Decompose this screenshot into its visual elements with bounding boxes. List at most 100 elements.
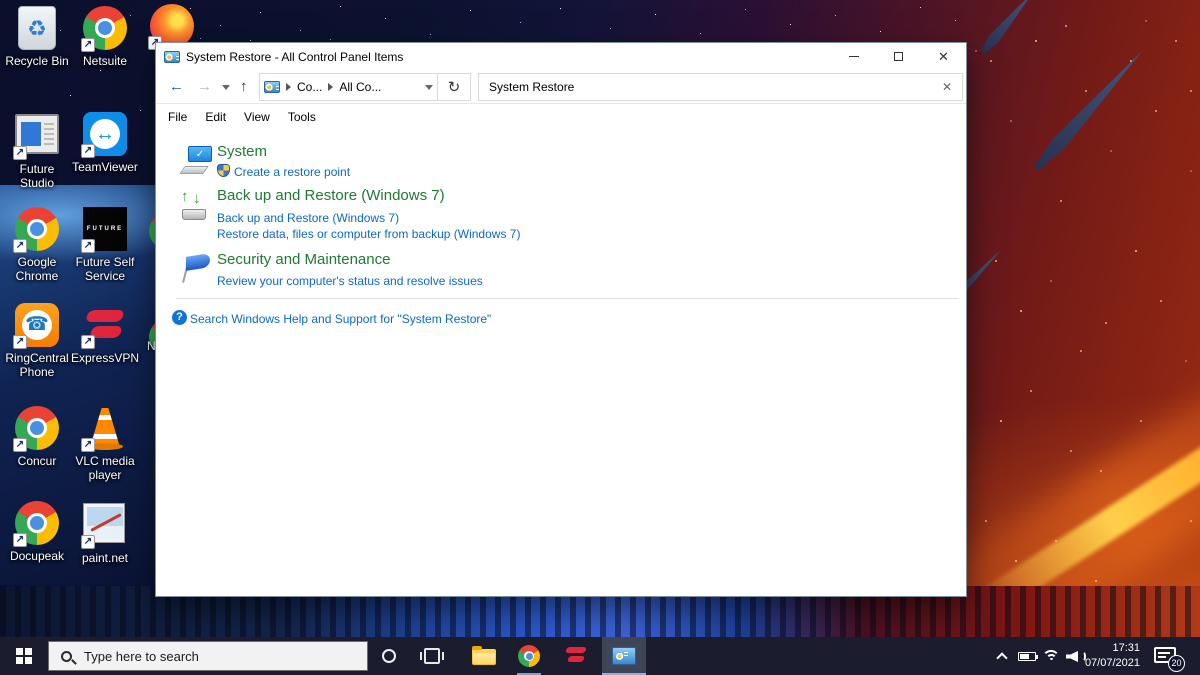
file-explorer-button[interactable] — [472, 646, 496, 665]
desktop-icon-recycle-bin[interactable]: ♻ Recycle Bin — [3, 6, 71, 68]
shortcut-arrow-icon: ↗ — [81, 438, 95, 452]
desktop-icon-label: paint.net — [81, 551, 129, 565]
breadcrumb-control-panel[interactable]: Co... — [297, 80, 322, 94]
desktop-icon-label: Docupeak — [9, 549, 65, 563]
desktop-icon-label: Concur — [17, 454, 57, 468]
shortcut-arrow-icon: ↗ — [13, 335, 27, 349]
desktop-icon-label: VLC media player — [75, 454, 135, 482]
notification-badge: 20 — [1168, 655, 1185, 672]
navigation-bar: ← → ↑ Co... All Co... ↻ System Restore ✕ — [156, 70, 966, 104]
desktop-icon-future-studio[interactable]: ↗ Future Studio — [3, 112, 71, 190]
backup-restore-icon: ↑ ↓ — [180, 188, 212, 223]
shortcut-arrow-icon: ↗ — [81, 335, 95, 349]
wallpaper-ship — [1023, 39, 1155, 181]
desktop-icon-future-self-service[interactable]: FUTURE ↗ Future Self Service — [71, 207, 139, 283]
system-icon: ✓ — [179, 145, 214, 177]
desktop-icon-docupeak[interactable]: ↗ Docupeak — [3, 501, 71, 563]
window-title: System Restore - All Control Panel Items — [186, 49, 404, 64]
desktop-icon-google-chrome[interactable]: ↗ Google Chrome — [3, 207, 71, 283]
close-button[interactable]: ✕ — [921, 43, 966, 70]
shortcut-arrow-icon: ↗ — [13, 438, 27, 452]
result-heading-backup[interactable]: Back up and Restore (Windows 7) — [217, 187, 445, 204]
desktop-icon-label: Google Chrome — [15, 255, 59, 283]
desktop-icon-label: Recycle Bin — [5, 54, 69, 68]
result-link-review-status[interactable]: Review your computer's status and resolv… — [217, 274, 483, 288]
tray-expand-chevron-icon[interactable] — [996, 652, 1008, 664]
windows-logo-icon — [16, 648, 32, 664]
cortana-button[interactable] — [382, 649, 396, 663]
search-placeholder: Type here to search — [84, 648, 199, 664]
address-bar[interactable]: Co... All Co... — [259, 73, 438, 101]
menu-view[interactable]: View — [235, 110, 279, 124]
address-dropdown-chevron-icon[interactable] — [425, 84, 433, 90]
desktop-icon-ringcentral-phone[interactable]: ☎ ↗ RingCentral Phone — [3, 303, 71, 379]
desktop-icon-vlc[interactable]: ↗ VLC media player — [71, 406, 139, 482]
task-view-button[interactable] — [420, 648, 444, 664]
clock-time: 17:31 — [1112, 642, 1140, 654]
clock-date: 07/07/2021 — [1084, 657, 1140, 669]
taskbar: Type here to search 17:31 07/07/2021 20 — [0, 637, 1200, 675]
control-panel-icon — [164, 50, 180, 63]
desktop-icon-label: ExpressVPN — [71, 351, 140, 365]
security-maintenance-flag-icon — [180, 253, 212, 285]
result-heading-security[interactable]: Security and Maintenance — [217, 251, 390, 268]
expressvpn-taskbar-button[interactable] — [564, 646, 588, 666]
separator — [176, 298, 959, 299]
shortcut-arrow-icon: ↗ — [13, 533, 27, 547]
battery-icon[interactable] — [1018, 652, 1038, 661]
desktop-icon-label: Netsuite — [82, 54, 128, 68]
clear-search-icon[interactable]: ✕ — [942, 80, 952, 94]
up-icon[interactable]: ↑ — [240, 77, 248, 97]
help-search-link[interactable]: Search Windows Help and Support for "Sys… — [190, 312, 491, 326]
recycle-bin-icon: ♻ — [18, 6, 56, 50]
start-button[interactable] — [0, 637, 48, 675]
desktop-icon-label: Future Self Service — [75, 255, 135, 283]
title-bar[interactable]: System Restore - All Control Panel Items… — [156, 43, 966, 70]
forward-icon[interactable]: → — [197, 77, 212, 97]
desktop-icon-expressvpn[interactable]: ↗ ExpressVPN — [71, 303, 139, 365]
desktop-icon-paintnet[interactable]: ↗ paint.net — [71, 501, 139, 565]
result-link-restore-data[interactable]: Restore data, files or computer from bac… — [217, 227, 520, 241]
result-link-create-restore-point[interactable]: Create a restore point — [234, 165, 350, 179]
desktop-icon-netsuite[interactable]: ↗ Netsuite — [71, 6, 139, 68]
taskbar-search-box[interactable]: Type here to search — [48, 641, 368, 671]
desktop-icon-concur[interactable]: ↗ Concur — [3, 406, 71, 468]
desktop-icon-label: TeamViewer — [72, 160, 138, 174]
result-link-backup[interactable]: Back up and Restore (Windows 7) — [217, 211, 399, 225]
shortcut-arrow-icon: ↗ — [81, 535, 95, 549]
uac-shield-icon — [217, 164, 230, 177]
chrome-taskbar-button[interactable] — [518, 645, 540, 667]
wifi-icon[interactable] — [1042, 650, 1060, 664]
window-search-box[interactable]: System Restore ✕ — [478, 73, 963, 101]
maximize-button[interactable] — [876, 43, 921, 70]
search-results: ✓ System Create a restore point ↑ ↓ Back … — [156, 129, 966, 596]
shortcut-arrow-icon: ↗ — [81, 144, 95, 158]
refresh-button[interactable]: ↻ — [438, 73, 471, 101]
wallpaper-stars-orange — [0, 0, 2, 2]
menu-edit[interactable]: Edit — [196, 110, 235, 124]
search-icon — [61, 650, 72, 662]
shortcut-arrow-icon: ↗ — [81, 38, 95, 52]
breadcrumb-chevron-icon — [328, 83, 334, 91]
control-panel-icon — [612, 647, 636, 665]
desktop-icon-label: RingCentral Phone — [5, 351, 69, 379]
taskbar-clock[interactable]: 17:31 07/07/2021 — [1072, 641, 1140, 671]
menu-bar: File Edit View Tools — [156, 104, 966, 129]
menu-file[interactable]: File — [168, 110, 196, 124]
minimize-button[interactable] — [831, 43, 876, 70]
result-heading-system[interactable]: System — [217, 143, 267, 160]
recent-pages-chevron-icon[interactable] — [222, 85, 230, 90]
desktop-icon-teamviewer[interactable]: ↔ ↗ TeamViewer — [71, 112, 139, 174]
breadcrumb-chevron-icon — [286, 83, 291, 91]
breadcrumb-all-items[interactable]: All Co... — [339, 80, 381, 94]
back-icon[interactable]: ← — [169, 77, 184, 97]
search-query-text: System Restore — [489, 80, 575, 94]
help-icon: ? — [172, 310, 187, 325]
shortcut-arrow-icon: ↗ — [81, 239, 95, 253]
control-panel-taskbar-button[interactable] — [602, 637, 646, 675]
control-panel-window: System Restore - All Control Panel Items… — [155, 42, 967, 597]
menu-tools[interactable]: Tools — [279, 110, 325, 124]
desktop-icon-label: Future Studio — [19, 162, 55, 190]
wallpaper-ship — [972, 0, 1043, 61]
shortcut-arrow-icon: ↗ — [13, 239, 27, 253]
